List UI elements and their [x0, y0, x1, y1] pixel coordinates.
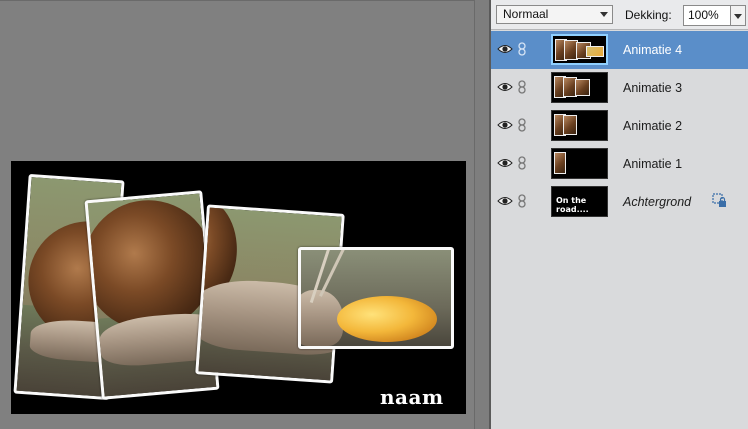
eye-icon[interactable]: [497, 157, 513, 169]
chain-link-icon[interactable]: [518, 42, 526, 56]
layer-thumbnail: [551, 110, 608, 141]
eye-icon[interactable]: [497, 195, 513, 207]
chain-link-icon[interactable]: [518, 118, 526, 132]
opacity-label: Dekking:: [625, 8, 672, 22]
layer-name[interactable]: Animatie 3: [623, 81, 682, 95]
layer-thumbnail: [551, 72, 608, 103]
layer-name[interactable]: Achtergrond: [623, 195, 691, 209]
lock-icon[interactable]: [712, 193, 728, 209]
layer-name[interactable]: Animatie 4: [623, 43, 682, 57]
layer-row-animatie-3[interactable]: Animatie 3: [491, 69, 748, 107]
panel-splitter[interactable]: [474, 0, 490, 429]
watermark-text: naam: [380, 385, 444, 409]
layer-thumbnail: [551, 34, 608, 65]
layer-row-animatie-4[interactable]: Animatie 4: [491, 31, 748, 69]
opacity-value: 100%: [688, 8, 719, 22]
eye-icon[interactable]: [497, 119, 513, 131]
document-canvas[interactable]: naam: [11, 161, 466, 414]
chevron-down-icon: [600, 12, 608, 17]
layers-toolbar: Normaal Dekking: 100%: [491, 0, 748, 30]
layer-thumbnail: On the road....: [551, 186, 608, 217]
opacity-input[interactable]: 100%: [683, 5, 731, 26]
layer-name[interactable]: Animatie 1: [623, 157, 682, 171]
layer-row-animatie-1[interactable]: Animatie 1: [491, 145, 748, 183]
blend-mode-value: Normaal: [503, 7, 549, 21]
layer-row-achtergrond[interactable]: On the road.... Achtergrond: [491, 183, 748, 221]
layers-panel: Normaal Dekking: 100% Animatie 4 Animati…: [491, 0, 748, 429]
blend-mode-select[interactable]: Normaal: [496, 5, 613, 24]
opacity-dropdown-button[interactable]: [730, 5, 746, 26]
layer-row-animatie-2[interactable]: Animatie 2: [491, 107, 748, 145]
eye-icon[interactable]: [497, 43, 513, 55]
chain-link-icon[interactable]: [518, 194, 526, 208]
chain-link-icon[interactable]: [518, 156, 526, 170]
layer-thumbnail: [551, 148, 608, 179]
chain-link-icon[interactable]: [518, 80, 526, 94]
eye-icon[interactable]: [497, 81, 513, 93]
photo-frame-4: [298, 247, 454, 349]
canvas-area[interactable]: naam: [0, 0, 474, 429]
thumbnail-text: On the road....: [556, 196, 589, 214]
chevron-down-icon: [734, 14, 742, 19]
layer-name[interactable]: Animatie 2: [623, 119, 682, 133]
